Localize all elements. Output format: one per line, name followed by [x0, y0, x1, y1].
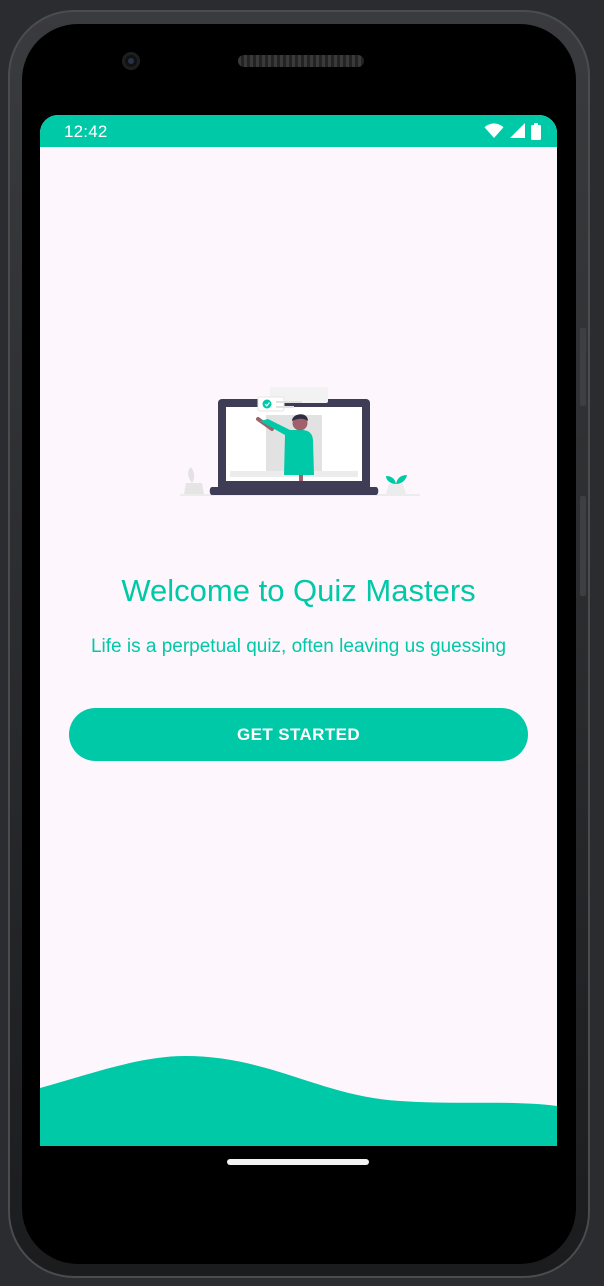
- app-screen: 12:42 Welcome to Quiz Masters Life is a …: [40, 115, 557, 1146]
- get-started-button[interactable]: GET STARTED: [69, 708, 528, 761]
- volume-button: [580, 328, 586, 406]
- emulator-stage: 12:42 Welcome to Quiz Masters Life is a …: [0, 0, 604, 1286]
- status-time: 12:42: [64, 122, 108, 141]
- front-camera: [122, 52, 140, 70]
- person-at-laptop-illustration: [180, 387, 420, 496]
- welcome-content: Welcome to Quiz Masters Life is a perpet…: [40, 147, 557, 1146]
- home-indicator[interactable]: [227, 1159, 369, 1165]
- battery-icon: [531, 122, 541, 140]
- bottom-wave-decoration: [40, 1056, 557, 1146]
- cellular-signal-icon: [510, 123, 525, 138]
- earpiece-speaker: [238, 55, 364, 67]
- power-button: [580, 496, 586, 596]
- welcome-title: Welcome to Quiz Masters: [121, 573, 476, 608]
- welcome-subtitle: Life is a perpetual quiz, often leaving …: [90, 636, 507, 657]
- wifi-icon: [484, 123, 504, 138]
- status-bar: 12:42: [40, 115, 557, 147]
- status-icons: [484, 122, 541, 140]
